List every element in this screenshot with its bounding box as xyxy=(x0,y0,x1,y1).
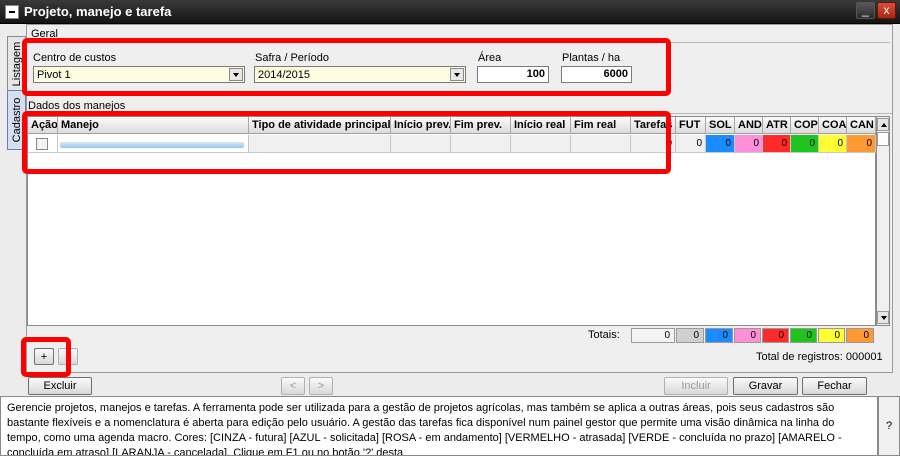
help-text: Gerencie projetos, manejos e tarefas. A … xyxy=(0,396,878,456)
row-and-cell: 0 xyxy=(735,135,763,153)
col-and[interactable]: AND xyxy=(735,117,763,134)
total-fut: 0 xyxy=(676,328,704,343)
total-tarefas: 0 xyxy=(631,328,675,343)
excluir-button[interactable]: Excluir xyxy=(28,377,92,395)
col-sol[interactable]: SOL xyxy=(706,117,735,134)
title-bar: Projeto, manejo e tarefa _ x xyxy=(0,0,900,24)
scroll-thumb[interactable] xyxy=(877,132,889,146)
window-menu-icon[interactable] xyxy=(5,5,19,19)
tab-listagem-label: Listagem xyxy=(10,41,23,86)
total-and: 0 xyxy=(734,328,761,343)
row-cop-cell: 0 xyxy=(791,135,819,153)
row-atr-cell: 0 xyxy=(763,135,791,153)
total-coa: 0 xyxy=(818,328,845,343)
row-can-cell: 0 xyxy=(847,135,876,153)
incluir-button[interactable]: Incluir xyxy=(664,377,728,395)
scroll-down-button[interactable] xyxy=(877,311,889,324)
totals-label: Totais: xyxy=(588,329,620,341)
total-can: 0 xyxy=(846,328,874,343)
gravar-button[interactable]: Gravar xyxy=(733,377,798,395)
row-sol-cell: 0 xyxy=(706,135,735,153)
minimize-button[interactable]: _ xyxy=(856,2,875,19)
fechar-button[interactable]: Fechar xyxy=(802,377,867,395)
col-atr[interactable]: ATR xyxy=(763,117,791,134)
col-can[interactable]: CAN xyxy=(847,117,876,134)
total-atr: 0 xyxy=(762,328,789,343)
col-coa[interactable]: COA xyxy=(819,117,847,134)
scroll-up-button[interactable] xyxy=(877,118,889,131)
total-sol: 0 xyxy=(705,328,733,343)
record-count: Total de registros: 000001 xyxy=(756,351,883,363)
highlight-box-add-button xyxy=(21,337,71,377)
row-fut-cell: 0 xyxy=(676,135,706,153)
row-coa-cell: 0 xyxy=(819,135,847,153)
window-title: Projeto, manejo e tarefa xyxy=(24,4,172,19)
tab-cadastro-label: Cadastro xyxy=(10,97,23,143)
col-cop[interactable]: COP xyxy=(791,117,819,134)
col-fut[interactable]: FUT xyxy=(676,117,706,134)
help-button[interactable]: ? xyxy=(878,396,900,456)
highlight-box-grid-header xyxy=(22,111,671,174)
next-record-button[interactable]: > xyxy=(309,377,333,395)
prev-record-button[interactable]: < xyxy=(281,377,305,395)
highlight-box-geral xyxy=(22,38,671,96)
total-cop: 0 xyxy=(790,328,817,343)
close-button[interactable]: x xyxy=(877,2,896,19)
grid-scrollbar[interactable] xyxy=(876,116,890,326)
